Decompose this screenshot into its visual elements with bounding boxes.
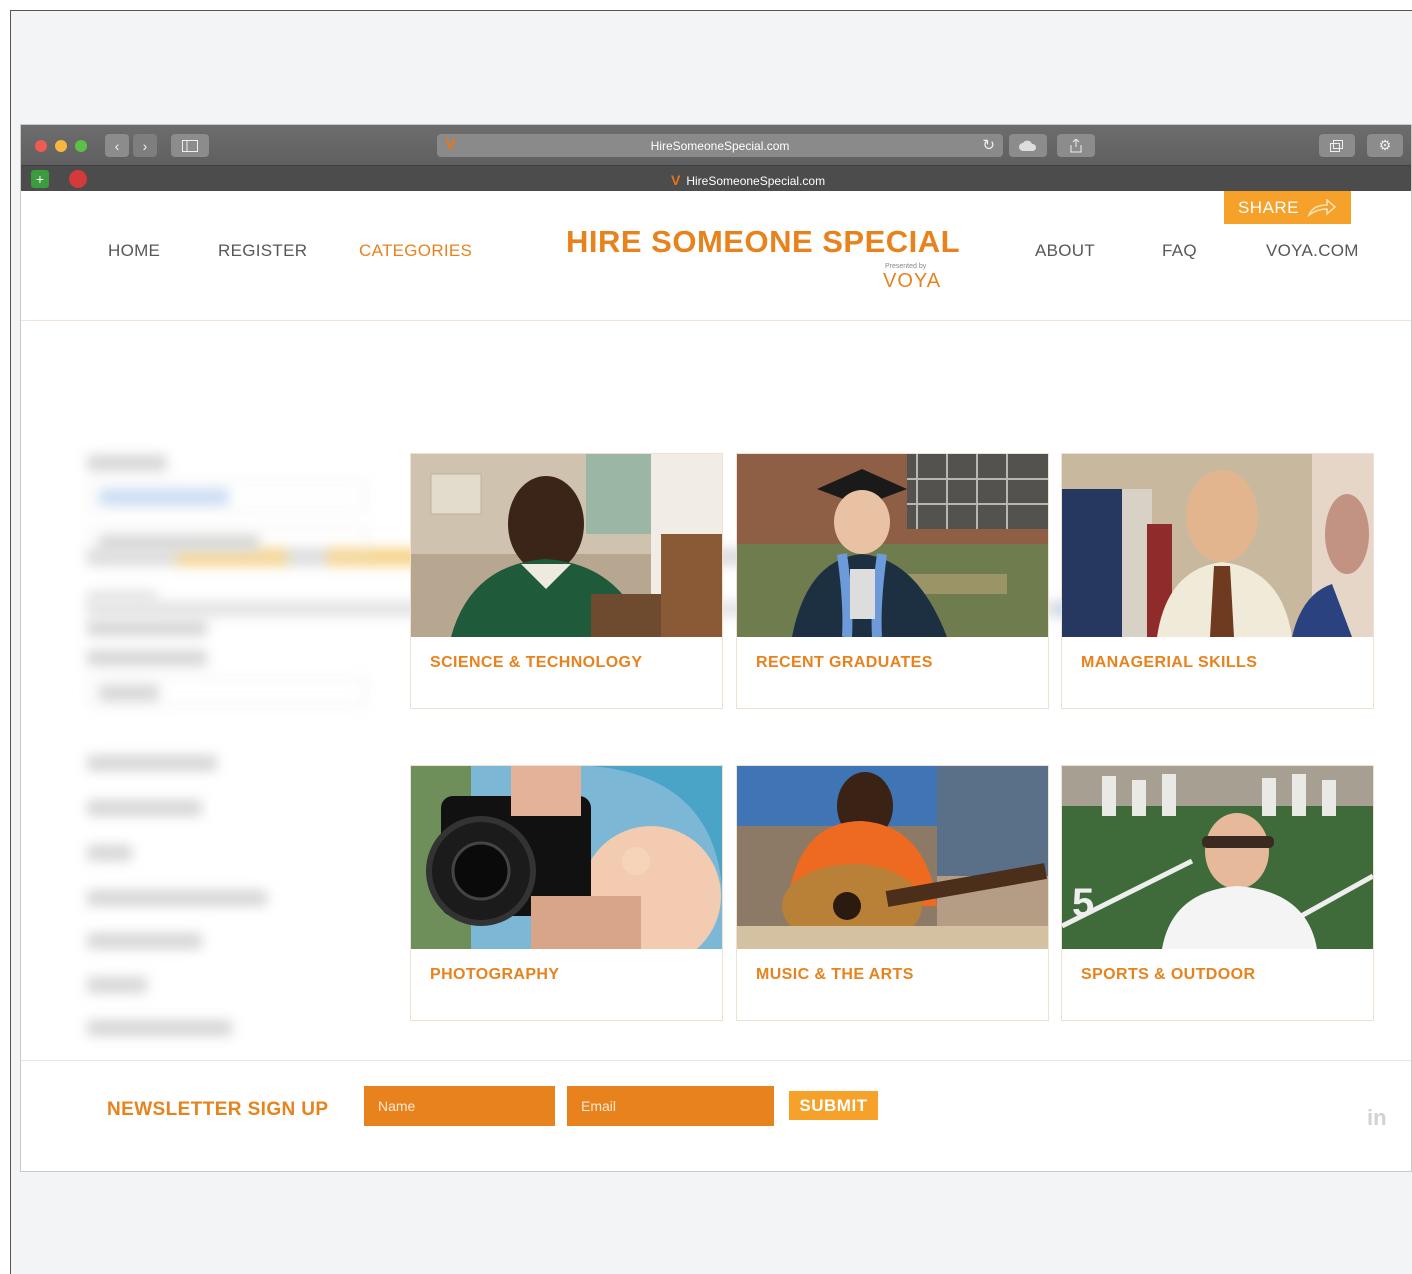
active-tab[interactable]: V HireSomeoneSpecial.com	[671, 172, 825, 188]
cloud-icon[interactable]	[1009, 134, 1047, 157]
category-label: RECENT GRADUATES	[756, 654, 933, 671]
site-favicon-icon: V	[445, 136, 456, 153]
back-icon[interactable]: ‹	[105, 134, 129, 157]
presented-by-label: Presented by	[885, 263, 927, 270]
extension-stop-icon[interactable]	[69, 170, 87, 188]
category-card-managerial-skills[interactable]: MANAGERIAL SKILLS	[1061, 453, 1374, 709]
nav-voya-com[interactable]: VOYA.COM	[1266, 241, 1359, 261]
maximize-window-icon[interactable]	[75, 140, 87, 152]
tab-bar: + V HireSomeoneSpecial.com	[21, 165, 1411, 191]
nav-categories[interactable]: CATEGORIES	[359, 241, 472, 261]
browser-window: ‹ › V HireSomeoneSpecial.com ↻ ⚙ + V Hir…	[20, 124, 1412, 1172]
address-bar[interactable]: V HireSomeoneSpecial.com ↻	[437, 134, 1003, 157]
browser-chrome: ‹ › V HireSomeoneSpecial.com ↻ ⚙ + V Hir…	[21, 125, 1411, 191]
tabs-overview-icon[interactable]	[1319, 134, 1355, 157]
voya-logo[interactable]: VOYA	[883, 270, 941, 293]
tab-title-label: HireSomeoneSpecial.com	[686, 174, 826, 188]
newsletter-name-input[interactable]	[364, 1086, 555, 1126]
svg-text:5: 5	[1072, 881, 1094, 925]
share-browser-icon[interactable]	[1057, 134, 1095, 157]
nav-home[interactable]: HOME	[108, 241, 160, 261]
newsletter-title: NEWSLETTER SIGN UP	[107, 1099, 329, 1120]
reload-icon[interactable]: ↻	[982, 136, 995, 154]
category-card-recent-graduates[interactable]: RECENT GRADUATES	[736, 453, 1049, 709]
tab-favicon-icon: V	[671, 172, 681, 188]
newsletter-footer: NEWSLETTER SIGN UP SUBMIT in	[21, 1060, 1411, 1171]
linkedin-icon[interactable]: in	[1367, 1105, 1387, 1131]
share-button[interactable]: SHARE	[1224, 191, 1351, 224]
share-arrow-icon	[1307, 198, 1337, 217]
newsletter-email-input[interactable]	[567, 1086, 774, 1126]
photo-graduate	[737, 454, 1048, 637]
category-card-photography[interactable]: PHOTOGRAPHY	[410, 765, 723, 1021]
forward-icon[interactable]: ›	[133, 134, 157, 157]
nav-faq[interactable]: FAQ	[1162, 241, 1197, 261]
category-card-sports-outdoor[interactable]: 5 SPORTS & OUTDOOR	[1061, 765, 1374, 1021]
category-label: SCIENCE & TECHNOLOGY	[430, 654, 643, 671]
photo-camera	[411, 766, 722, 949]
newsletter-submit-button[interactable]: SUBMIT	[789, 1091, 878, 1120]
photo-man-tie	[1062, 454, 1373, 637]
blurred-filter-sidebar	[87, 455, 377, 1055]
category-card-music-arts[interactable]: MUSIC & THE ARTS	[736, 765, 1049, 1021]
category-label: SPORTS & OUTDOOR	[1081, 966, 1256, 983]
close-window-icon[interactable]	[35, 140, 47, 152]
category-label: PHOTOGRAPHY	[430, 966, 560, 983]
site-header: HOME REGISTER CATEGORIES HIRE SOMEONE SP…	[21, 191, 1411, 321]
settings-gear-icon[interactable]: ⚙	[1367, 134, 1403, 157]
site-title[interactable]: HIRE SOMEONE SPECIAL	[566, 224, 960, 260]
address-bar-url: HireSomeoneSpecial.com	[650, 138, 790, 153]
sidebar-toggle-icon[interactable]	[171, 134, 209, 157]
share-label: SHARE	[1237, 197, 1300, 217]
browser-titlebar: ‹ › V HireSomeoneSpecial.com ↻ ⚙	[21, 125, 1411, 165]
category-label: MANAGERIAL SKILLS	[1081, 654, 1258, 671]
nav-register[interactable]: REGISTER	[218, 241, 307, 261]
photo-man-green-sweater	[411, 454, 722, 637]
minimize-window-icon[interactable]	[55, 140, 67, 152]
category-card-science-technology[interactable]: SCIENCE & TECHNOLOGY	[410, 453, 723, 709]
extension-plus-icon[interactable]: +	[31, 170, 49, 188]
category-label: MUSIC & THE ARTS	[756, 966, 914, 983]
photo-football-field: 5	[1062, 766, 1373, 949]
nav-about[interactable]: ABOUT	[1035, 241, 1095, 261]
photo-guitar	[737, 766, 1048, 949]
